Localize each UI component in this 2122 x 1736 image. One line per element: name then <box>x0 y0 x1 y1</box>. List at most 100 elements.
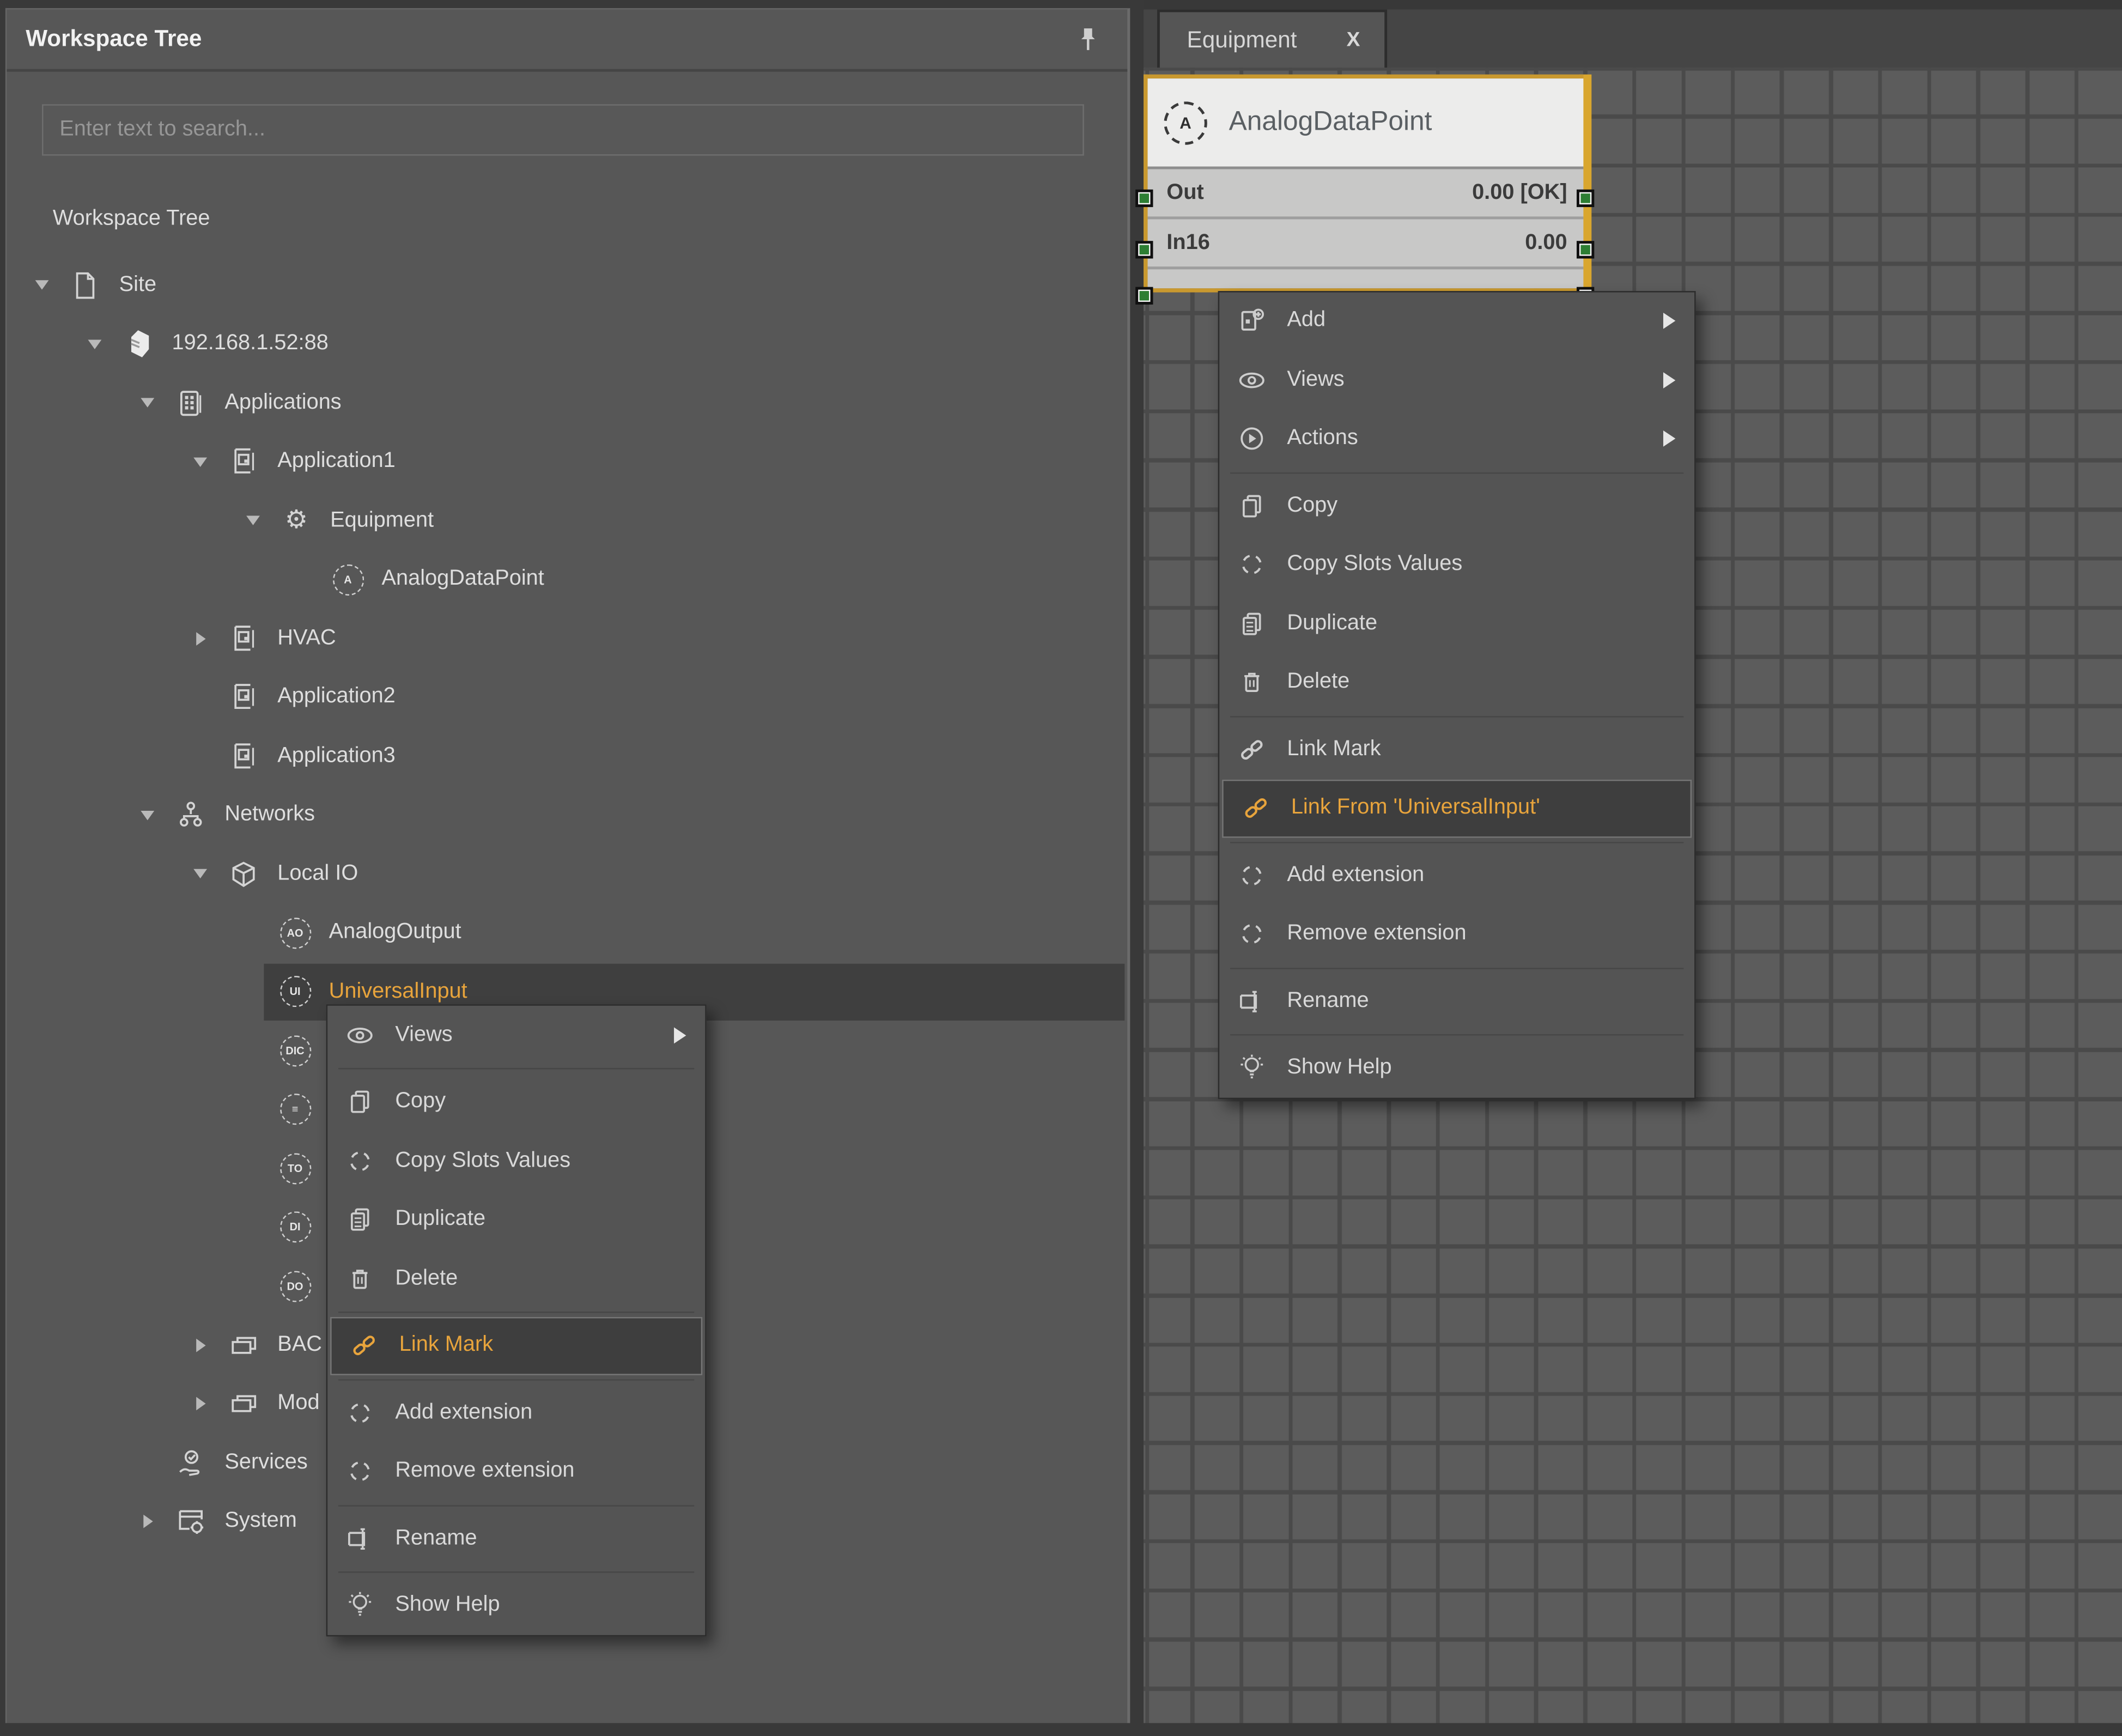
tree-item-networks[interactable]: Networks <box>8 786 1127 845</box>
slot-handle[interactable] <box>1577 190 1594 207</box>
dashed-circle-icon <box>344 1458 376 1485</box>
tree-item-local-io[interactable]: Local IO <box>8 845 1127 903</box>
menu-item-label: Add <box>1287 309 1326 333</box>
tree-item-analogoutput[interactable]: AO AnalogOutput <box>8 903 1127 962</box>
menu-item-copy[interactable]: Copy <box>327 1073 705 1132</box>
menu-item-duplicate[interactable]: Duplicate <box>327 1191 705 1249</box>
menu-separator <box>338 1068 694 1069</box>
tree-item-application1[interactable]: Application1 <box>8 433 1127 491</box>
menu-item-label: Copy <box>1287 494 1337 518</box>
point-icon: DIC <box>277 1034 313 1067</box>
services-icon <box>173 1447 209 1479</box>
menu-item-remove-extension[interactable]: Remove extension <box>327 1442 705 1501</box>
tree-item-label: Services <box>224 1450 307 1475</box>
block-header[interactable]: A AnalogDataPoint <box>1148 78 1584 169</box>
window-bottom-strip <box>0 1722 2122 1736</box>
collapse-arrow-icon[interactable] <box>185 632 215 645</box>
menu-item-views[interactable]: Views <box>1219 350 1694 409</box>
menu-item-copy-slots-values[interactable]: Copy Slots Values <box>327 1132 705 1191</box>
expand-arrow-icon[interactable] <box>132 810 162 820</box>
tree-item-applications[interactable]: Applications <box>8 374 1127 433</box>
duplicate-icon <box>344 1206 376 1234</box>
tree-context-menu: Views Copy Copy Slots Values Duplicate D… <box>326 1004 707 1636</box>
menu-item-copy[interactable]: Copy <box>1219 476 1694 535</box>
menu-item-label: Add extension <box>395 1400 532 1425</box>
tree-item-label: Networks <box>224 803 315 828</box>
menu-item-label: Add extension <box>1287 863 1424 888</box>
pin-icon[interactable] <box>1079 27 1098 52</box>
menu-item-label: Delete <box>1287 670 1349 695</box>
menu-separator <box>1230 967 1683 968</box>
tree-item-equipment[interactable]: ⚙ Equipment <box>8 491 1127 550</box>
menu-separator <box>338 1379 694 1380</box>
trash-icon <box>344 1265 376 1292</box>
menu-item-label: Show Help <box>395 1593 500 1618</box>
tree-item-hvac[interactable]: HVAC <box>8 609 1127 668</box>
slot-handle[interactable] <box>1135 241 1152 258</box>
tree-item-label: Application3 <box>277 744 396 769</box>
tab-label: Equipment <box>1187 26 1297 53</box>
link-icon <box>348 1332 380 1359</box>
menu-item-copy-slots-values[interactable]: Copy Slots Values <box>1219 535 1694 594</box>
menu-separator <box>338 1571 694 1573</box>
collapse-arrow-icon[interactable] <box>185 1338 215 1352</box>
block-footer <box>1148 266 1584 288</box>
menu-item-remove-extension[interactable]: Remove extension <box>1219 905 1694 964</box>
dashed-circle-icon <box>1236 551 1268 579</box>
tree-item-analogdatapoint[interactable]: A AnalogDataPoint <box>8 550 1127 609</box>
menu-item-actions[interactable]: Actions <box>1219 409 1694 468</box>
menu-item-add-extension[interactable]: Add extension <box>1219 846 1694 905</box>
menu-item-label: Show Help <box>1287 1056 1391 1081</box>
menu-item-label: Delete <box>395 1266 458 1291</box>
slot-handle[interactable] <box>1577 241 1594 258</box>
tree-item-application3[interactable]: Application3 <box>8 727 1127 786</box>
device-cube-icon <box>120 328 156 361</box>
slot-handle[interactable] <box>1135 190 1152 207</box>
collapse-arrow-icon[interactable] <box>132 1515 162 1528</box>
eye-icon <box>344 1022 376 1049</box>
menu-item-label: Copy Slots Values <box>1287 553 1462 577</box>
menu-item-delete[interactable]: Delete <box>1219 653 1694 712</box>
tree-section-label: Workspace Tree <box>53 207 210 232</box>
block-slot-out[interactable]: Out 0.00 [OK] <box>1148 169 1584 217</box>
tree-item-label: UniversalInput <box>329 980 467 1004</box>
tab-equipment[interactable]: Equipment X <box>1157 9 1387 70</box>
menu-item-show-help[interactable]: Show Help <box>1219 1039 1694 1098</box>
block-slot-in16[interactable]: In16 0.00 <box>1148 216 1584 266</box>
universal-input-icon: UI <box>277 975 313 1008</box>
expand-arrow-icon[interactable] <box>132 398 162 408</box>
menu-item-rename[interactable]: Rename <box>327 1509 705 1568</box>
app-window: Workspace Tree Workspace Tree Site 192.1… <box>0 0 2122 1736</box>
expand-arrow-icon[interactable] <box>80 339 110 349</box>
menu-item-label: Remove extension <box>1287 922 1466 946</box>
tree-item-label: Mod <box>277 1392 319 1416</box>
tree-item-device[interactable]: 192.168.1.52:88 <box>8 315 1127 374</box>
menu-item-duplicate[interactable]: Duplicate <box>1219 594 1694 653</box>
search-input[interactable] <box>42 104 1084 155</box>
slot-handle[interactable] <box>1135 287 1152 305</box>
menu-item-add-extension[interactable]: Add extension <box>327 1383 705 1442</box>
tab-close-icon[interactable]: X <box>1347 28 1360 51</box>
network-icon <box>173 799 209 831</box>
dashed-circle-icon <box>344 1399 376 1427</box>
menu-item-delete[interactable]: Delete <box>327 1249 705 1308</box>
panel-title: Workspace Tree <box>26 26 202 53</box>
expand-arrow-icon[interactable] <box>185 457 215 466</box>
expand-arrow-icon[interactable] <box>238 516 268 525</box>
expand-arrow-icon[interactable] <box>185 869 215 878</box>
menu-item-add[interactable]: Add <box>1219 292 1694 350</box>
menu-item-link-mark[interactable]: Link Mark <box>1219 720 1694 779</box>
menu-item-link-mark[interactable]: Link Mark <box>330 1316 702 1375</box>
tree-item-application2[interactable]: Application2 <box>8 668 1127 727</box>
tree-item-label: Application2 <box>277 685 396 710</box>
menu-item-rename[interactable]: Rename <box>1219 972 1694 1031</box>
menu-item-views[interactable]: Views <box>327 1006 705 1065</box>
application-icon <box>226 681 262 714</box>
collapse-arrow-icon[interactable] <box>185 1397 215 1411</box>
menu-item-link-from-universalinput[interactable]: Link From 'UniversalInput' <box>1222 779 1692 838</box>
tree-item-site[interactable]: Site <box>8 256 1127 314</box>
analog-point-icon: A <box>330 563 366 596</box>
expand-arrow-icon[interactable] <box>27 281 57 290</box>
rename-icon <box>344 1525 376 1552</box>
menu-item-show-help[interactable]: Show Help <box>327 1576 705 1635</box>
